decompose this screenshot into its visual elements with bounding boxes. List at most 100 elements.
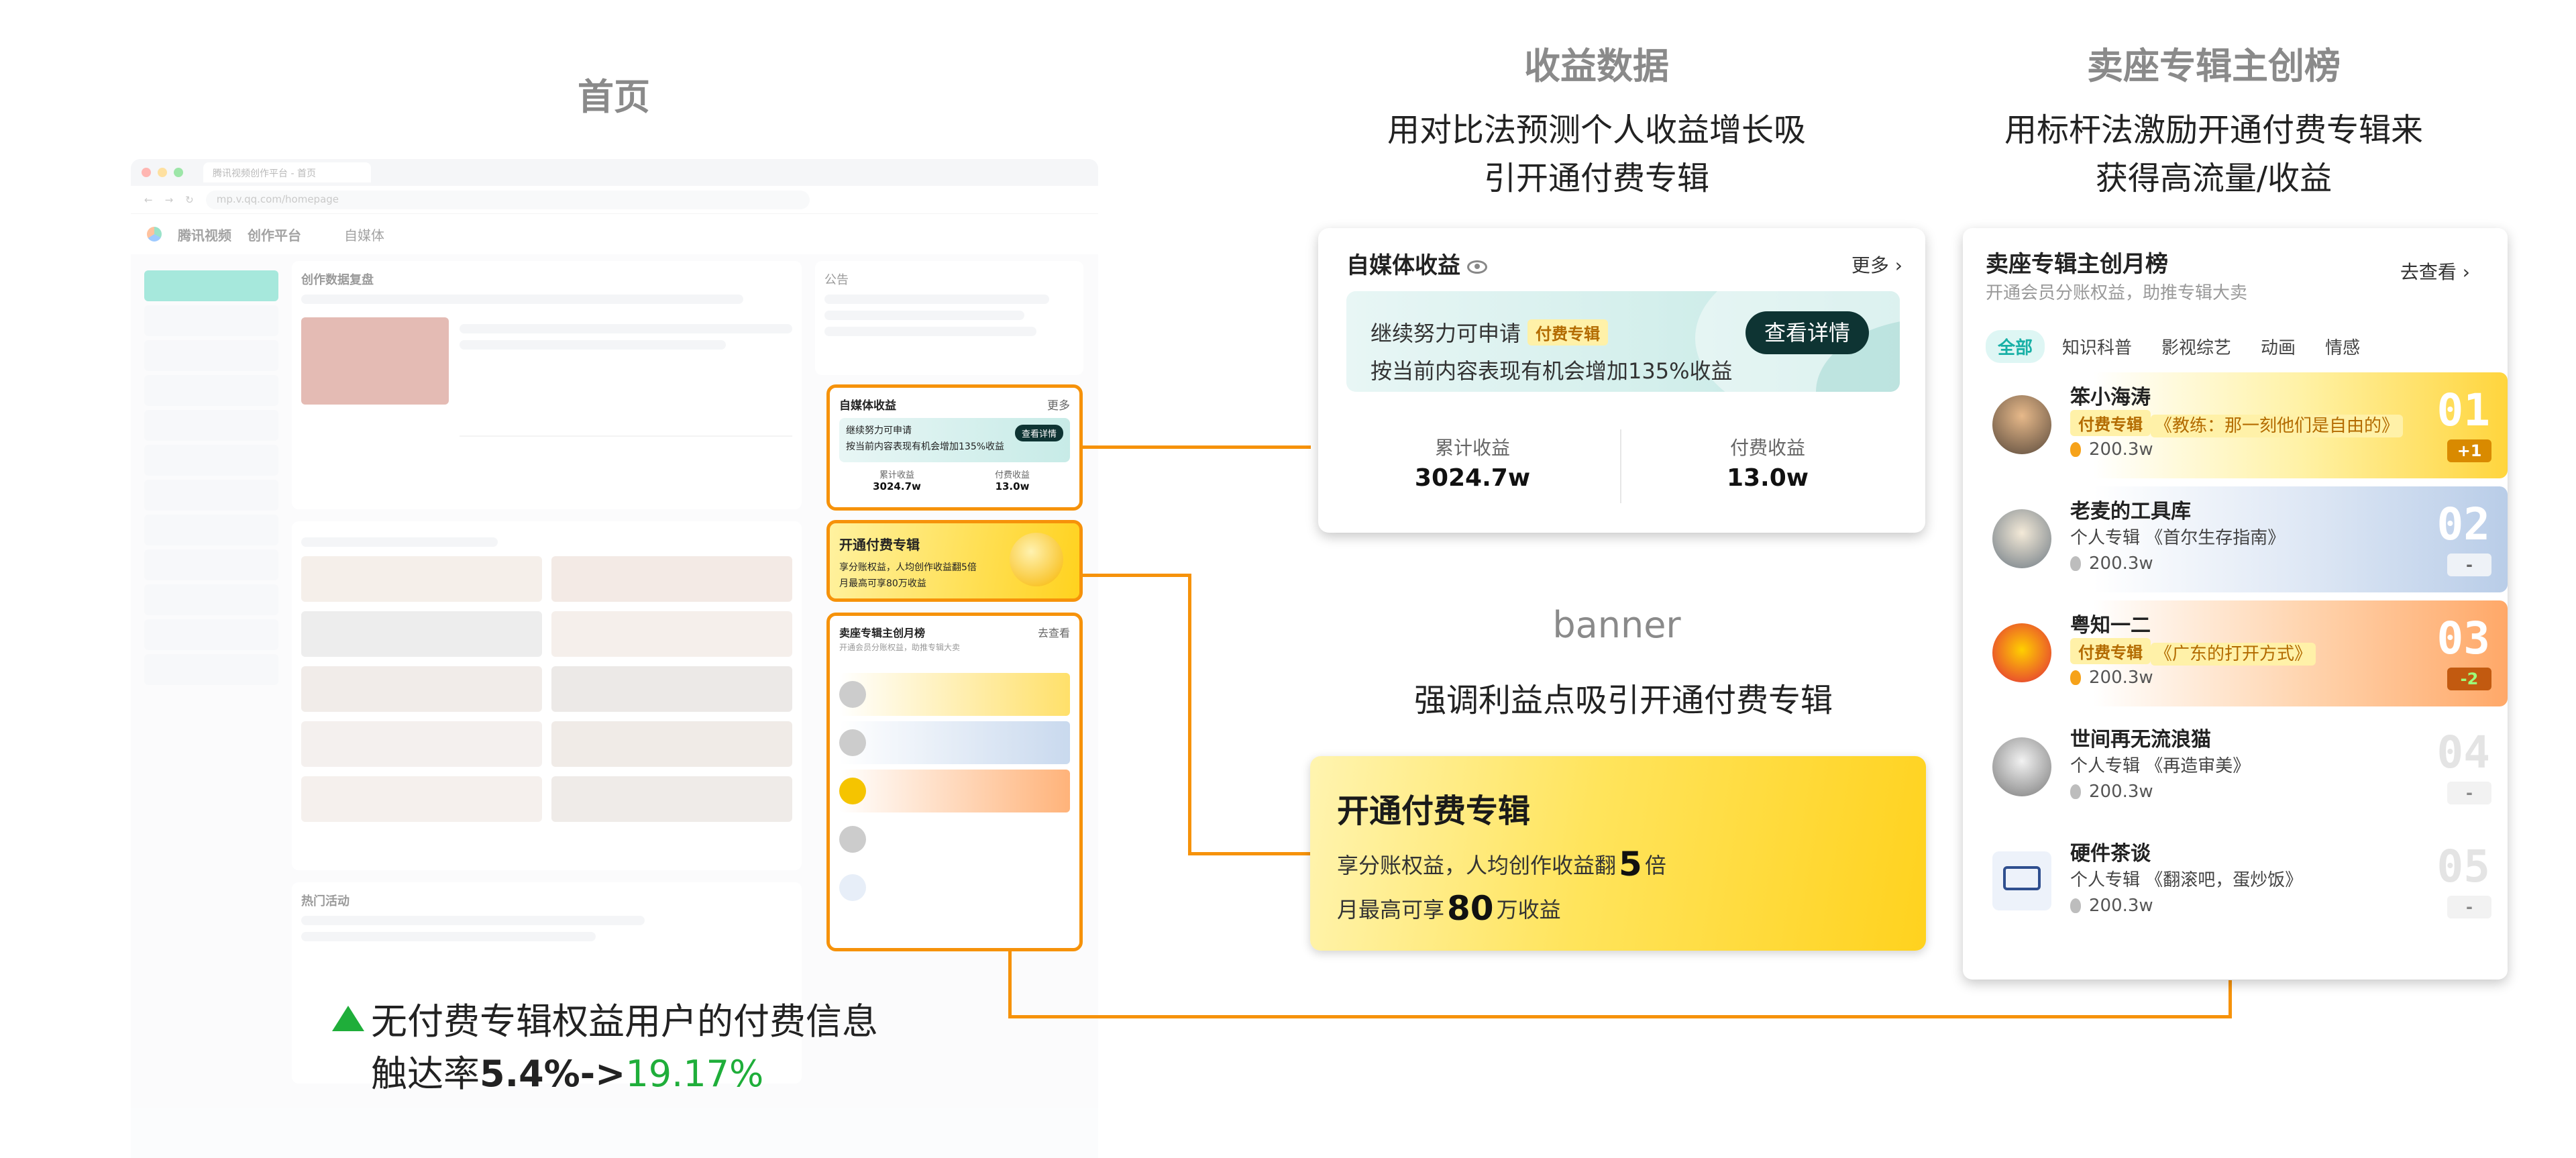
sidebar-item-fans[interactable] [144,480,278,511]
sidebar-item-data[interactable] [144,375,278,406]
recommend-panel [292,521,802,870]
avatar[interactable] [1992,509,2051,568]
stat-paid-label: 付费收益 [1729,437,1805,459]
income-hint-line1: 继续努力可申请 付费专辑 [1371,317,1609,348]
stat-divider [1620,429,1621,503]
rank-card[interactable]: 卖座专辑主创月榜 开通会员分账权益，助推专辑大卖 去查看 › 全部 知识科普 影… [1963,228,2508,980]
metric-line1: 无付费专辑权益用户的付费信息 [332,996,878,1048]
sidebar-item-upload[interactable] [144,270,278,301]
reach-rate-metric: 无付费专辑权益用户的付费信息 触达率5.4%->19.17% [332,996,878,1100]
eye-icon[interactable] [1467,260,1487,274]
income-heading: 收益数据 [1524,45,1669,87]
maximize-dot-icon[interactable] [174,168,183,177]
tab-emotion[interactable]: 情感 [2313,330,2372,363]
notice-title: 公告 [824,273,849,287]
income-card[interactable]: 自媒体收益 更多 › 继续努力可申请 付费专辑 按当前内容表现有机会增加135%收… [1318,228,1925,533]
open-paid-album-banner[interactable]: 开通付费专辑 享分账权益，人均创作收益翻5 倍 月最高可享80 万收益 [1310,756,1926,951]
sidebar-item-task[interactable] [144,619,278,650]
sidebar-item-rights[interactable] [144,515,278,545]
rank-item-3[interactable]: 粤知一二 付费专辑 《广东的打开方式》 200.3w 03 -2 [1990,600,2508,706]
mock-stat1-value: 3024.7w [873,480,921,492]
mock-rank-go[interactable]: 去查看 [1038,624,1070,640]
rank-heading: 卖座专辑主创榜 [2087,45,2341,87]
sidebar-item-account[interactable] [144,654,278,685]
mock-rank-title: 卖座专辑主创月榜 [839,627,926,639]
rank-change-badge: - [2447,554,2491,576]
mock-stat2-value: 13.0w [995,480,1030,492]
tab-knowledge[interactable]: 知识科普 [2050,330,2144,363]
minimize-dot-icon[interactable] [158,168,167,177]
avatar[interactable] [1992,851,2051,910]
fire-icon [2070,898,2081,913]
income-more-link[interactable]: 更多 › [1851,251,1902,278]
tab-all[interactable]: 全部 [1986,330,2045,363]
rank-number: 01 [2436,384,2490,436]
sidebar-item-interact[interactable] [144,410,278,441]
main-mock: 创作数据复盘 热门活动 [292,261,802,1096]
mock-banner-widget[interactable]: 开通付费专辑 享分账权益，人均创作收益翻5倍 月最高可享80万收益 [826,520,1083,602]
up-triangle-icon [332,1006,364,1031]
nav-media[interactable]: 自媒体 [344,225,384,244]
mock-income-widget[interactable]: 自媒体收益 更多 继续努力可申请 按当前内容表现有机会增加135%收益 查看详情… [826,384,1083,511]
fire-icon [2070,556,2081,571]
hot-activity-title: 热门活动 [301,894,350,908]
back-arrow-icon[interactable]: ← [144,194,153,206]
rank-item-2[interactable]: 老麦的工具库 个人专辑 《首尔生存指南》 200.3w 02 - [1990,486,2508,592]
stat-paid-value: 13.0w [1726,464,1809,492]
mock-stat1-label: 累计收益 [879,470,914,480]
fire-icon [2070,670,2081,685]
avatar[interactable] [1992,737,2051,796]
url-input[interactable]: mp.v.qq.com/homepage [205,190,810,209]
sidebar-item-income[interactable] [144,445,278,476]
rank-item-1[interactable]: 笨小海涛 付费专辑 《教练：那一刻他们是自由的》 200.3w 01 +1 [1990,372,2508,478]
rank-item-album: 付费专辑 《广东的打开方式》 [2070,638,2316,666]
forward-arrow-icon[interactable]: → [165,194,174,206]
rank-item-album: 个人专辑 《首尔生存指南》 [2070,528,2286,548]
mock-stat2-label: 付费收益 [994,470,1030,480]
rank-number: 04 [2436,727,2490,778]
mock-rank-subtitle: 开通会员分账权益，助推专辑大卖 [839,643,961,652]
browser-urlbar: ← → ↻ mp.v.qq.com/homepage [131,186,1098,214]
trend-chart-mock [460,363,792,437]
connector-rank-v1 [1008,951,1012,1018]
browser-tab[interactable]: 腾讯视频创作平台 - 首页 [203,162,371,182]
income-card-title: 自媒体收益 [1346,247,1487,280]
view-detail-button[interactable]: 查看详情 [1745,311,1869,354]
sidebar-item-home[interactable] [144,305,278,336]
tab-film[interactable]: 影视综艺 [2149,330,2243,363]
sidebar-item-school[interactable] [144,549,278,580]
chevron-right-icon: › [2462,261,2470,283]
avatar[interactable] [1992,623,2051,682]
connector-income [1083,445,1311,449]
coin-icon [1010,533,1063,586]
tab-animation[interactable]: 动画 [2249,330,2308,363]
rank-item-plays: 200.3w [2070,439,2153,460]
mock-income-detail-button[interactable]: 查看详情 [1014,425,1063,441]
mock-income-banner: 继续努力可申请 按当前内容表现有机会增加135%收益 查看详情 [839,418,1070,462]
mock-rank-widget[interactable]: 卖座专辑主创月榜 去查看 开通会员分账权益，助推专辑大卖 [826,613,1083,951]
rank-card-title: 卖座专辑主创月榜 [1986,251,2168,278]
stat-total-label: 累计收益 [1434,437,1510,459]
rank-item-4[interactable]: 世间再无流浪猫 个人专辑 《再造审美》 200.3w 04 - [1990,715,2508,821]
close-dot-icon[interactable] [142,168,151,177]
rank-go-link[interactable]: 去查看 › [2400,258,2470,284]
rank-item-name: 硬件茶谈 [2070,842,2151,865]
rank-item-5[interactable]: 硬件茶谈 个人专辑 《翻滚吧，蛋炒饭》 200.3w 05 - [1990,829,2508,935]
reload-icon[interactable]: ↻ [185,194,194,206]
work-cover-image[interactable] [301,317,449,405]
rank-item-plays: 200.3w [2070,896,2153,916]
data-review-panel: 创作数据复盘 [292,261,802,509]
rank-description: 用标杆法激励开通付费专辑来 获得高流量/收益 [1945,106,2482,203]
sidebar-item-content[interactable] [144,340,278,371]
site-navbar: 腾讯视频 创作平台 自媒体 [131,214,1098,254]
rank-item-name: 世间再无流浪猫 [2070,728,2211,751]
rank-number: 02 [2436,498,2490,550]
sidebar-item-tools[interactable] [144,584,278,615]
mock-income-more[interactable]: 更多 [1047,396,1070,413]
rank-item-name: 笨小海涛 [2070,386,2151,409]
paid-album-tag: 付费专辑 [1527,319,1609,346]
stat-total-value: 3024.7w [1414,464,1531,492]
avatar[interactable] [1992,395,2051,454]
notice-panel: 公告 [815,261,1083,375]
mock-income-title: 自媒体收益 [839,399,896,413]
